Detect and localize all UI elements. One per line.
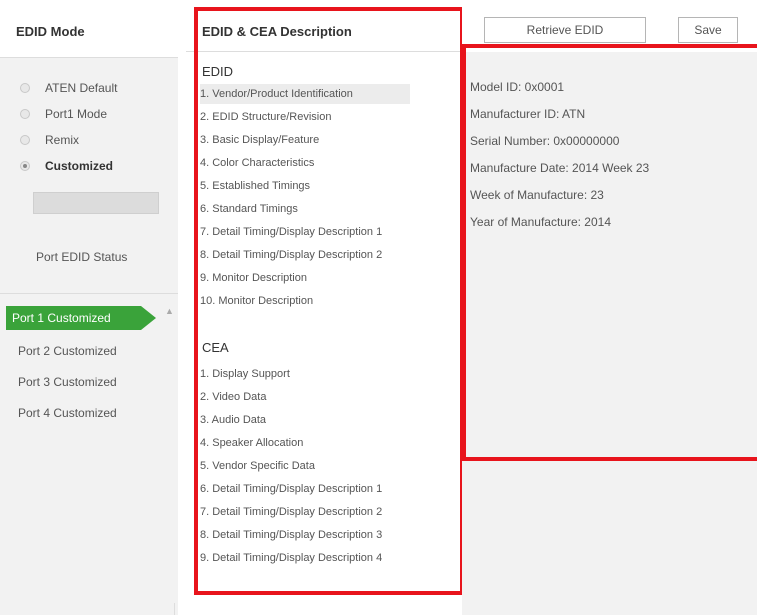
radio-port1-mode[interactable] [20,109,30,119]
save-button[interactable]: Save [678,17,738,43]
radio-remix[interactable] [20,135,30,145]
mode-label: ATEN Default [45,81,118,95]
mode-label: Customized [45,159,114,173]
port-item-4[interactable]: Port 4 Customized [18,406,117,420]
description-highlight-frame [194,7,464,595]
scroll-up-icon[interactable]: ▲ [165,306,174,316]
port-item-3[interactable]: Port 3 Customized [18,375,117,389]
mode-option-customized[interactable]: Customized [20,156,113,176]
radio-customized[interactable] [20,161,30,171]
mode-option-remix[interactable]: Remix [20,130,79,150]
radio-aten-default[interactable] [20,83,30,93]
port-edid-status-label: Port EDID Status [36,250,128,264]
mode-label: Remix [45,133,80,147]
mode-apply-button[interactable] [33,192,159,214]
mode-label: Port1 Mode [45,107,108,121]
mode-option-aten-default[interactable]: ATEN Default [20,78,117,98]
details-highlight-frame [462,44,757,461]
port-item-2[interactable]: Port 2 Customized [18,344,117,358]
port-item-1[interactable]: Port 1 Customized [6,306,156,330]
divider [174,603,175,615]
mode-option-port1[interactable]: Port1 Mode [20,104,107,124]
edid-mode-title: EDID Mode [16,24,85,39]
retrieve-edid-button[interactable]: Retrieve EDID [484,17,646,43]
divider [0,293,178,294]
